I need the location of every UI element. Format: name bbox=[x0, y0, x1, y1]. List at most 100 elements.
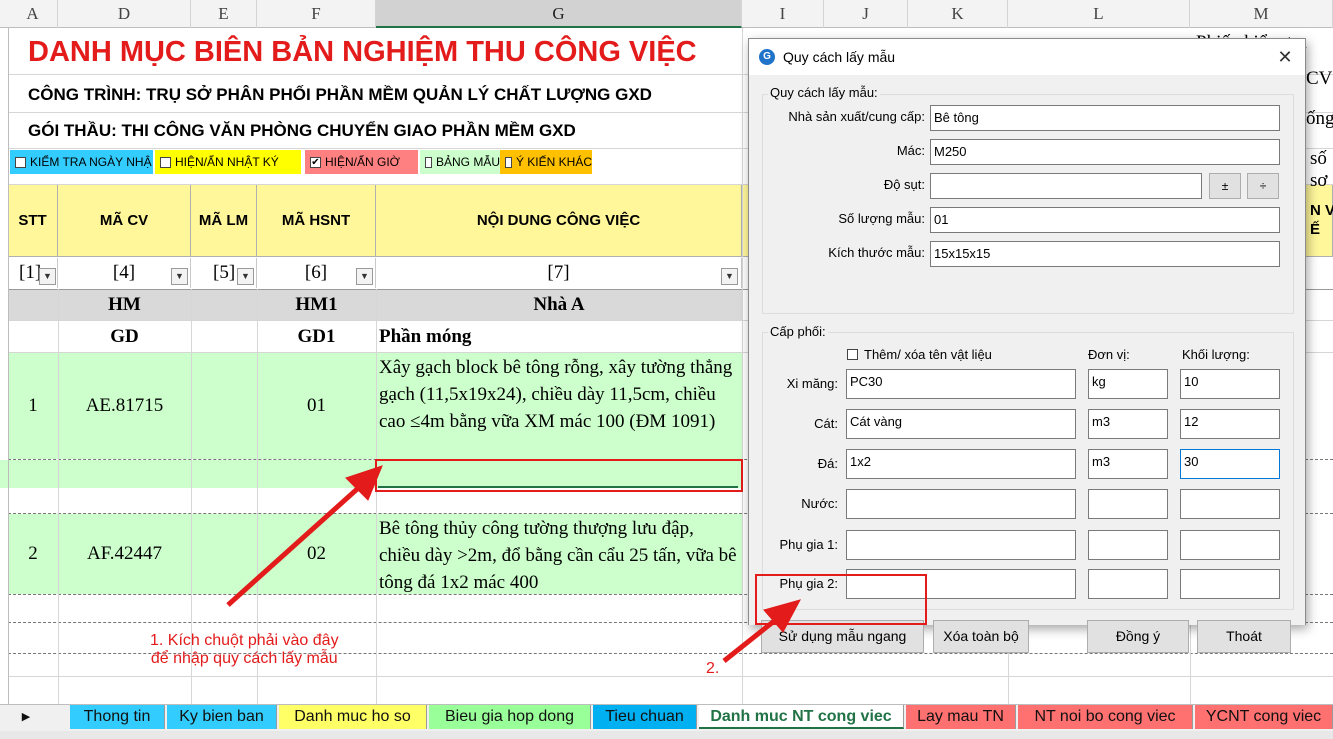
material-mass-cement[interactable]: 10 bbox=[1180, 369, 1280, 399]
filter-sample-table[interactable]: BẢNG MẪU bbox=[420, 150, 500, 174]
filter-dropdown-icon[interactable]: ▼ bbox=[356, 268, 373, 285]
project-line: CÔNG TRÌNH: TRỤ SỞ PHÂN PHỐI PHẦN MỀM QU… bbox=[28, 85, 652, 104]
checkbox-checked-icon[interactable]: ✔ bbox=[310, 156, 321, 168]
column-header-k[interactable]: K bbox=[908, 0, 1008, 28]
sample-size-input[interactable]: 15x15x15 bbox=[930, 241, 1280, 267]
grid-line bbox=[1190, 618, 1191, 704]
filter-check-date[interactable]: KIỂM TRA NGÀY NHẬ bbox=[10, 150, 153, 174]
sheet-tab-bar: ▶ Thong tin Ky bien ban Danh muc ho so B… bbox=[0, 704, 1333, 731]
divide-button[interactable]: ÷ bbox=[1247, 173, 1279, 199]
ok-button[interactable]: Đồng ý bbox=[1087, 620, 1189, 653]
material-unit-additive-2[interactable] bbox=[1088, 569, 1168, 599]
column-header-l[interactable]: L bbox=[1008, 0, 1190, 28]
header-ma-cv: MÃ CV bbox=[58, 185, 191, 257]
tab-danh-muc-ho-so[interactable]: Danh muc ho so bbox=[279, 705, 427, 729]
checkbox-icon[interactable] bbox=[160, 156, 171, 168]
annotation-note-1: 1. Kích chuột phải vào đây để nhập quy c… bbox=[150, 632, 339, 668]
checkbox-icon[interactable] bbox=[505, 156, 512, 168]
header-ma-hsnt: MÃ HSNT bbox=[257, 185, 376, 257]
filter-label: KIỂM TRA NGÀY NHẬ bbox=[30, 155, 152, 169]
material-name-sand[interactable]: Cát vàng bbox=[846, 409, 1076, 439]
manufacturer-input[interactable]: Bê tông bbox=[930, 105, 1280, 131]
column-header-a[interactable]: A bbox=[8, 0, 58, 28]
material-label-stone: Đá: bbox=[817, 456, 838, 471]
package-line: GÓI THẦU: THI CÔNG VĂN PHÒNG CHUYỂN GIAO… bbox=[28, 121, 576, 140]
material-mass-stone[interactable]: 30 bbox=[1180, 449, 1280, 479]
dialog-title-bar[interactable]: G Quy cách lấy mẫu ✕ bbox=[749, 39, 1305, 75]
row-1-ma-hsnt: 01 bbox=[307, 395, 326, 416]
grade-input[interactable]: M250 bbox=[930, 139, 1280, 165]
filter-dropdown-icon[interactable]: ▼ bbox=[237, 268, 254, 285]
material-mass-water[interactable] bbox=[1180, 489, 1280, 519]
material-unit-sand[interactable]: m3 bbox=[1088, 409, 1168, 439]
grid-line bbox=[376, 289, 377, 704]
column-header-d[interactable]: D bbox=[58, 0, 191, 28]
tab-ky-bien-ban[interactable]: Ky bien ban bbox=[167, 705, 277, 729]
slump-input[interactable] bbox=[930, 173, 1202, 199]
right-partial-m6: Ế bbox=[1310, 221, 1321, 238]
plus-minus-button[interactable]: ± bbox=[1209, 173, 1241, 199]
column-header-e[interactable]: E bbox=[191, 0, 257, 28]
checkbox-icon[interactable] bbox=[847, 349, 858, 360]
right-partial-m3: ống bbox=[1306, 108, 1333, 129]
material-name-additive-1[interactable] bbox=[846, 530, 1076, 560]
column-header-g[interactable]: G bbox=[376, 0, 742, 28]
close-icon[interactable]: ✕ bbox=[1275, 47, 1295, 67]
column-header-i[interactable]: I bbox=[742, 0, 824, 28]
clear-all-button[interactable]: Xóa toàn bộ bbox=[933, 620, 1029, 653]
slump-label: Độ sụt: bbox=[883, 177, 925, 192]
material-unit-stone[interactable]: m3 bbox=[1088, 449, 1168, 479]
column-header-bar: A D E F G I J K L M bbox=[0, 0, 1333, 28]
dialog-body: Quy cách lấy mẫu: Nhà sản xuất/cung cấp:… bbox=[749, 75, 1305, 653]
checkbox-icon[interactable] bbox=[425, 156, 432, 168]
material-mass-additive-1[interactable] bbox=[1180, 530, 1280, 560]
column-header-f[interactable]: F bbox=[257, 0, 376, 28]
column-header-m[interactable]: M bbox=[1190, 0, 1333, 28]
tab-lay-mau-tn[interactable]: Lay mau TN bbox=[906, 705, 1016, 729]
grid-line bbox=[8, 28, 9, 704]
filter-label: Ý KIẾN KHÁC bbox=[515, 155, 592, 169]
material-unit-water[interactable] bbox=[1088, 489, 1168, 519]
tab-bieu-gia-hop-dong[interactable]: Bieu gia hop dong bbox=[429, 705, 591, 729]
grid-line bbox=[742, 28, 743, 704]
material-label-sand: Cát: bbox=[814, 416, 838, 431]
material-name-stone[interactable]: 1x2 bbox=[846, 449, 1076, 479]
material-label-water: Nước: bbox=[801, 496, 838, 511]
material-unit-additive-1[interactable] bbox=[1088, 530, 1168, 560]
filter-dropdown-icon[interactable]: ▼ bbox=[171, 268, 188, 285]
material-mass-sand[interactable]: 12 bbox=[1180, 409, 1280, 439]
sub-d: GD bbox=[110, 325, 139, 347]
sample-count-input[interactable]: 01 bbox=[930, 207, 1280, 233]
add-remove-material-checkbox[interactable]: Thêm/ xóa tên vật liệu bbox=[847, 347, 992, 362]
material-name-cement[interactable]: PC30 bbox=[846, 369, 1076, 399]
exit-button[interactable]: Thoát bbox=[1197, 620, 1291, 653]
filter-label: HIỆN/ẨN NHẬT KÝ bbox=[175, 155, 279, 169]
filter-dropdown-icon[interactable]: ▼ bbox=[39, 268, 56, 285]
tab-tieu-chuan[interactable]: Tieu chuan bbox=[593, 705, 697, 729]
tab-scroll-right-icon[interactable]: ▶ bbox=[8, 705, 44, 729]
row-1-content[interactable]: Xây gạch block bê tông rỗng, xây tường t… bbox=[379, 354, 739, 435]
material-unit-cement[interactable]: kg bbox=[1088, 369, 1168, 399]
filter-toggle-diary[interactable]: HIỆN/ẨN NHẬT KÝ bbox=[155, 150, 301, 174]
header-ma-lm: MÃ LM bbox=[191, 185, 257, 257]
sample-spec-dialog[interactable]: G Quy cách lấy mẫu ✕ Quy cách lấy mẫu: N… bbox=[748, 38, 1306, 653]
material-mass-additive-2[interactable] bbox=[1180, 569, 1280, 599]
tab-nt-noi-bo-cong-viec[interactable]: NT noi bo cong viec bbox=[1018, 705, 1193, 729]
annotation-note-2: 2. bbox=[706, 660, 720, 677]
status-bar bbox=[0, 731, 1333, 739]
add-remove-label: Thêm/ xóa tên vật liệu bbox=[864, 347, 992, 362]
filter-toggle-time[interactable]: ✔ HIỆN/ẨN GIỜ bbox=[305, 150, 418, 174]
checkbox-icon[interactable] bbox=[15, 156, 26, 168]
column-header-j[interactable]: J bbox=[824, 0, 908, 28]
tab-danh-muc-nt-cong-viec[interactable]: Danh muc NT cong viec bbox=[699, 705, 904, 729]
tab-thong-tin[interactable]: Thong tin bbox=[70, 705, 165, 729]
filter-other-opinion[interactable]: Ý KIẾN KHÁC bbox=[500, 150, 592, 174]
row-2-content[interactable]: Bê tông thủy công tường thượng lưu đập, … bbox=[379, 515, 739, 596]
row-2-ma-cv: AF.42447 bbox=[86, 543, 163, 564]
sub-f: GD1 bbox=[297, 325, 336, 347]
row-2-stt: 2 bbox=[28, 543, 38, 564]
material-name-water[interactable] bbox=[846, 489, 1076, 519]
mix-group-label: Cấp phối: bbox=[768, 324, 828, 339]
filter-dropdown-icon[interactable]: ▼ bbox=[721, 268, 738, 285]
tab-ycnt-cong-viec[interactable]: YCNT cong viec bbox=[1195, 705, 1333, 729]
